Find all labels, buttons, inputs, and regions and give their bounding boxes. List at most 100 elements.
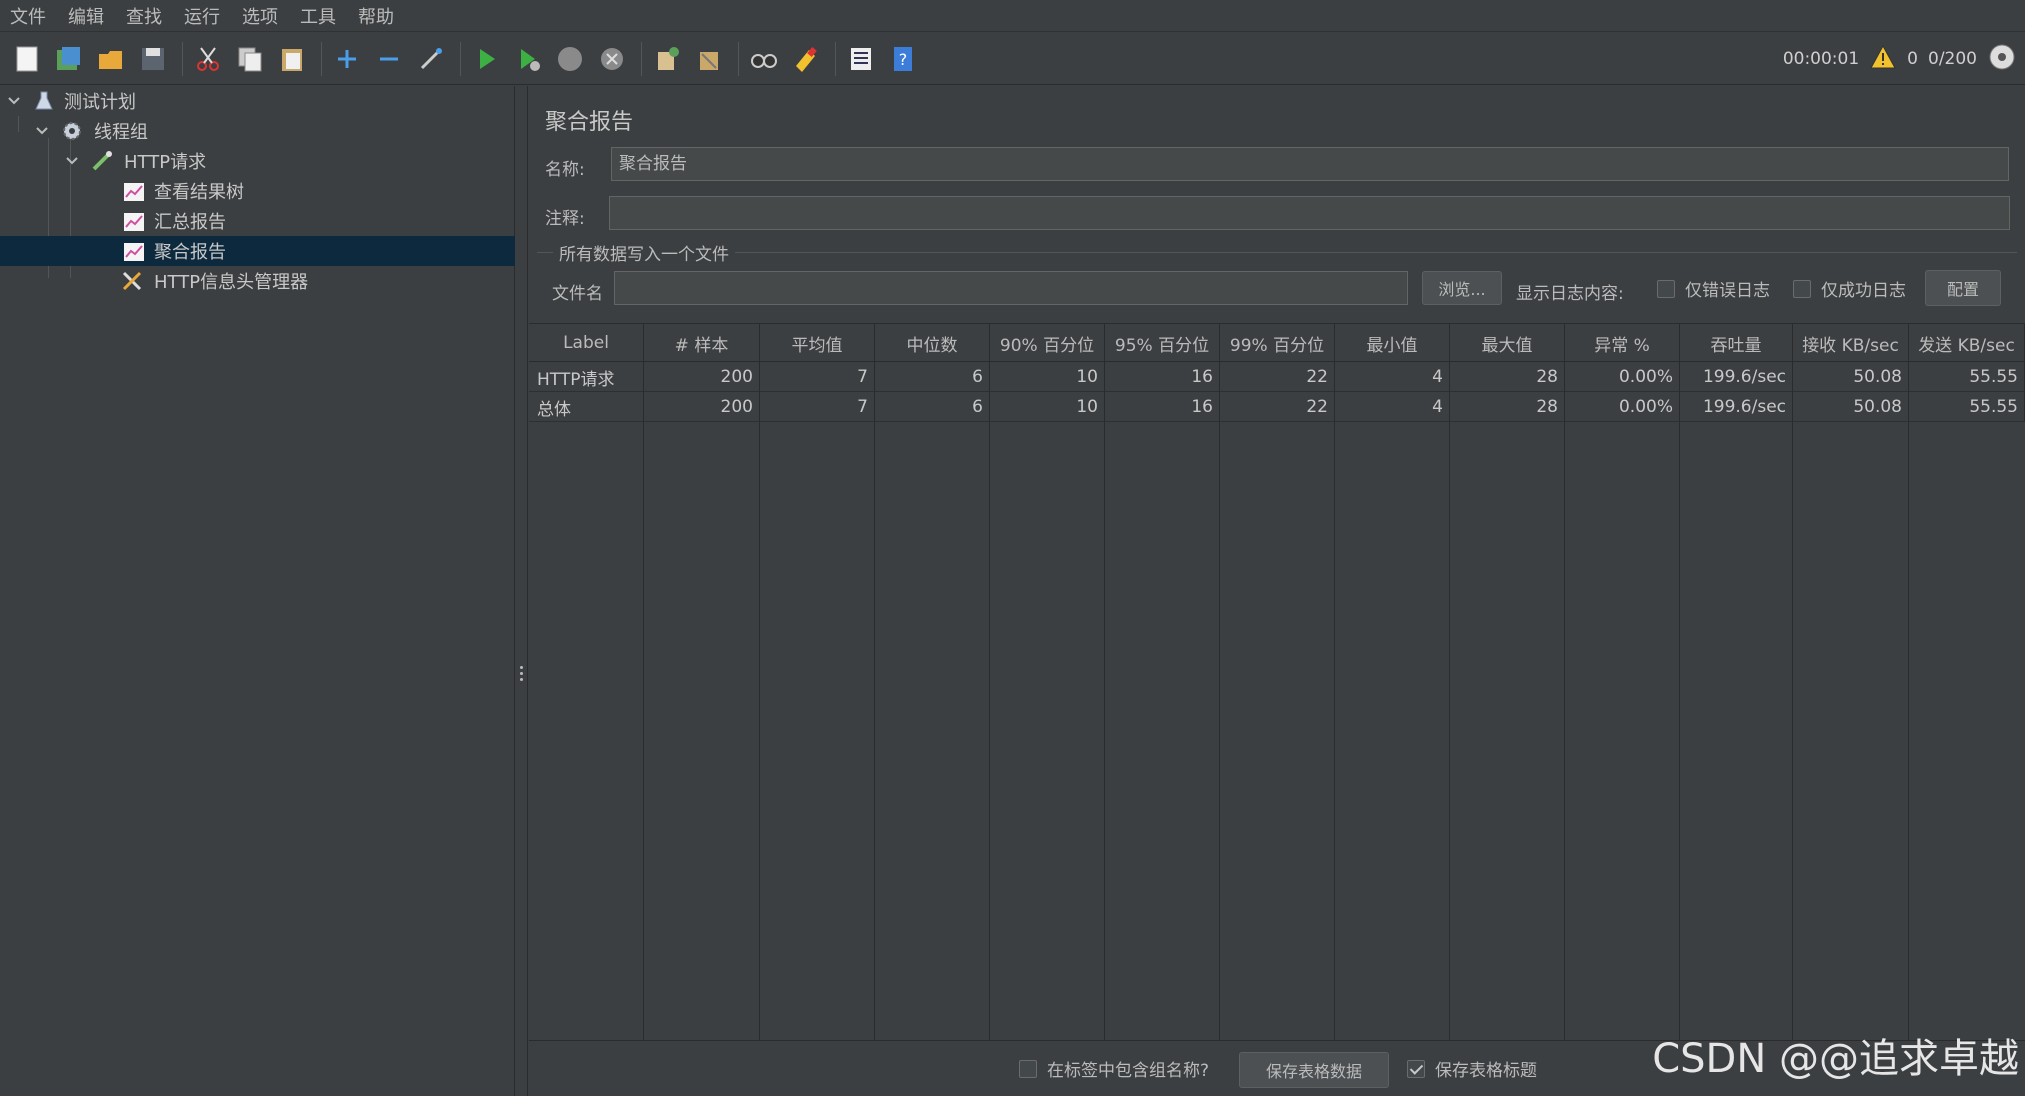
tree-item-summary-report[interactable]: 汇总报告	[0, 206, 515, 236]
copy-icon[interactable]	[231, 40, 269, 78]
column-header-pct95[interactable]: 95% 百分位	[1105, 324, 1220, 362]
file-group-title: 所有数据写入一个文件	[553, 240, 735, 265]
start-no-pause-icon[interactable]	[509, 40, 547, 78]
errors-only-checkbox[interactable]: 仅错误日志	[1657, 276, 1770, 301]
help-icon[interactable]: ?	[884, 40, 922, 78]
new-icon[interactable]	[8, 40, 46, 78]
table-row[interactable]: 总体 200 7 6 10 16 22 4 28 0.00% 199.6/sec 50.08 55.55	[529, 392, 2025, 422]
watermark: CSDN @@追求卓越	[1652, 1036, 2019, 1082]
panel-splitter[interactable]	[516, 86, 528, 1096]
column-header-pct99[interactable]: 99% 百分位	[1220, 324, 1335, 362]
column-divider	[989, 362, 990, 1040]
menu-edit[interactable]: 编辑	[58, 3, 116, 29]
flask-icon	[35, 91, 53, 110]
comment-field[interactable]	[609, 196, 2010, 230]
reset-search-icon[interactable]	[787, 40, 825, 78]
status-area: 00:00:01 0 0/200	[1783, 33, 2017, 85]
splitter-grip-icon[interactable]	[520, 666, 524, 686]
success-only-checkbox[interactable]: 仅成功日志	[1793, 276, 1906, 301]
column-header-min[interactable]: 最小值	[1335, 324, 1450, 362]
column-header-label[interactable]: Label	[529, 324, 644, 362]
save-icon[interactable]	[134, 40, 172, 78]
collapse-icon[interactable]	[370, 40, 408, 78]
active-threads: 0/200	[1928, 49, 1977, 69]
name-field[interactable]: 聚合报告	[611, 147, 2009, 181]
column-header-average[interactable]: 平均值	[760, 324, 875, 362]
tree-item-thread-group[interactable]: 线程组	[0, 116, 515, 146]
include-group-label: 在标签中包含组名称?	[1047, 1061, 1210, 1081]
chart-icon	[124, 243, 144, 261]
clear-icon[interactable]	[648, 40, 686, 78]
menu-run[interactable]: 运行	[174, 3, 232, 29]
clear-all-icon[interactable]	[690, 40, 728, 78]
column-header-max[interactable]: 最大值	[1450, 324, 1565, 362]
menu-file[interactable]: 文件	[0, 3, 58, 29]
chevron-down-icon[interactable]	[34, 123, 50, 139]
search-icon[interactable]	[745, 40, 783, 78]
chevron-down-icon[interactable]	[64, 153, 80, 169]
expand-icon[interactable]	[328, 40, 366, 78]
filename-field[interactable]	[614, 271, 1408, 305]
column-header-error-pct[interactable]: 异常 %	[1565, 324, 1680, 362]
tree-item-view-results-tree[interactable]: 查看结果树	[0, 176, 515, 206]
menu-tools[interactable]: 工具	[290, 3, 348, 29]
configure-button[interactable]: 配置	[1925, 270, 2001, 306]
tree-item-label: 聚合报告	[154, 242, 226, 263]
tree-item-label: HTTP信息头管理器	[154, 272, 309, 293]
open-icon[interactable]	[92, 40, 130, 78]
menu-help[interactable]: 帮助	[348, 3, 406, 29]
column-header-received-kb[interactable]: 接收 KB/sec	[1793, 324, 1909, 362]
table-cell-max: 28	[1450, 392, 1565, 422]
column-divider	[1679, 362, 1680, 1040]
paste-icon[interactable]	[273, 40, 311, 78]
toolbar-separator	[835, 41, 836, 76]
save-table-header-checkbox[interactable]: 保存表格标题	[1407, 1056, 1537, 1081]
column-header-sent-kb[interactable]: 发送 KB/sec	[1909, 324, 2025, 362]
tree-item-aggregate-report[interactable]: 聚合报告	[0, 236, 515, 266]
toggle-icon[interactable]	[412, 40, 450, 78]
gear-icon	[63, 122, 81, 140]
toolbar: ? 00:00:01 0 0/200	[0, 33, 2025, 85]
menu-bar: 文件 编辑 查找 运行 选项 工具 帮助	[0, 0, 2025, 32]
column-divider	[1219, 362, 1220, 1040]
toolbar-separator	[641, 41, 642, 76]
table-header: Label # 样本 平均值 中位数 90% 百分位 95% 百分位 99% 百分位 最小值最…	[529, 324, 2025, 362]
stop-icon[interactable]	[551, 40, 589, 78]
start-icon[interactable]	[467, 40, 505, 78]
menu-options[interactable]: 选项	[232, 3, 290, 29]
shutdown-icon[interactable]	[593, 40, 631, 78]
toolbar-separator	[460, 41, 461, 76]
checkbox-box[interactable]	[1793, 279, 1811, 298]
templates-icon[interactable]	[50, 40, 88, 78]
column-divider	[643, 362, 644, 1040]
checkbox-box[interactable]	[1657, 279, 1675, 298]
tree-item-label: HTTP请求	[124, 152, 207, 173]
column-divider	[1104, 362, 1105, 1040]
table-row[interactable]: HTTP请求 200 7 6 10 16 22 4 28 0.00% 199.6/sec 50.08 5…	[529, 362, 2025, 392]
tree-item-label: 线程组	[94, 122, 148, 143]
include-group-checkbox[interactable]: 在标签中包含组名称?	[1019, 1056, 1209, 1081]
warning-icon[interactable]	[1869, 43, 1897, 76]
column-header-throughput[interactable]: 吞吐量	[1680, 324, 1793, 362]
menu-search[interactable]: 查找	[116, 3, 174, 29]
table-cell-received-kb: 50.08	[1793, 392, 1909, 422]
tree-item-test-plan[interactable]: 测试计划	[0, 86, 515, 116]
column-header-pct90[interactable]: 90% 百分位	[990, 324, 1105, 362]
function-helper-icon[interactable]	[842, 40, 880, 78]
tree-item-label: 测试计划	[64, 92, 136, 113]
column-header-median[interactable]: 中位数	[875, 324, 990, 362]
column-divider	[1334, 362, 1335, 1040]
checkbox-box[interactable]	[1407, 1059, 1425, 1078]
column-header-samples[interactable]: # 样本	[644, 324, 760, 362]
tree-item-header-manager[interactable]: HTTP信息头管理器	[0, 266, 515, 296]
tree-item-http-request[interactable]: HTTP请求	[0, 146, 515, 176]
elapsed-timer: 00:00:01	[1782, 49, 1860, 69]
table-cell-sent-kb: 55.55	[1909, 362, 2025, 392]
toolbar-separator	[321, 41, 322, 76]
file-group-border	[537, 252, 2017, 253]
checkbox-box[interactable]	[1019, 1059, 1037, 1078]
save-table-data-button[interactable]: 保存表格数据	[1239, 1052, 1389, 1088]
browse-button[interactable]: 浏览...	[1422, 271, 1502, 305]
cut-icon[interactable]	[189, 40, 227, 78]
chevron-down-icon[interactable]	[6, 93, 22, 109]
